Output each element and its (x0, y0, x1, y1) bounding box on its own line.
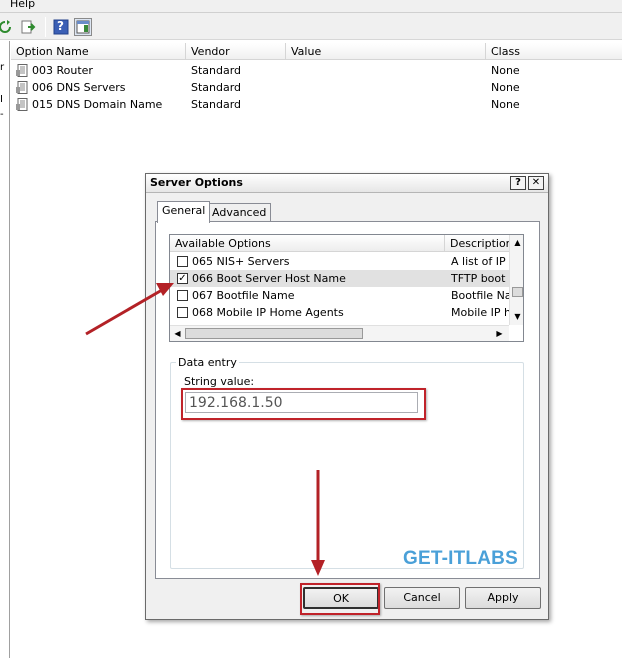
annotation-arrows (85, 283, 325, 576)
arrow-to-ok-button (311, 470, 325, 576)
tab-general[interactable]: General (157, 201, 211, 223)
arrow-to-checked-option (85, 283, 174, 336)
